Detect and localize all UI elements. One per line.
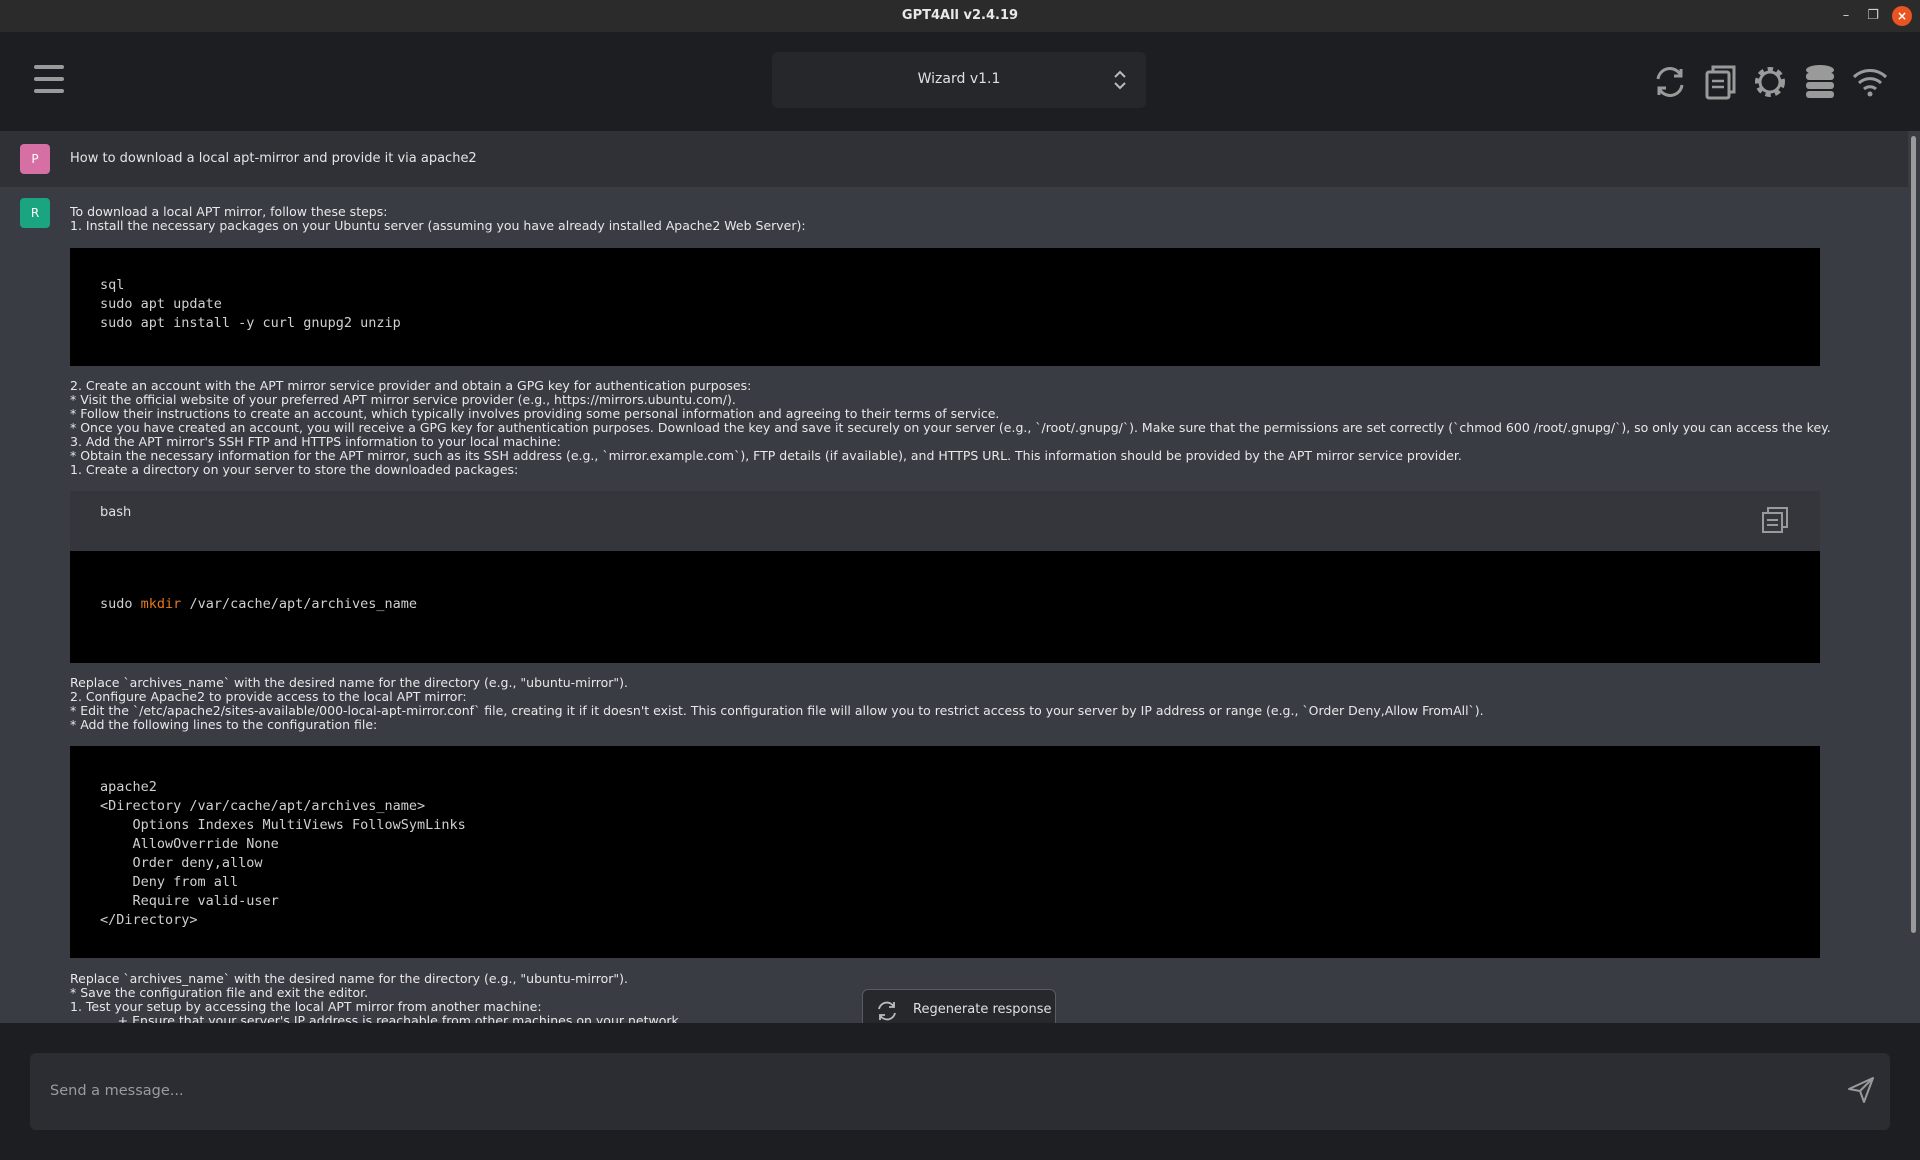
close-button[interactable]: ×	[1892, 6, 1912, 26]
input-area	[0, 1023, 1920, 1160]
chat-view[interactable]: P How to download a local apt-mirror and…	[0, 131, 1920, 1023]
response-paragraph: Replace `archives_name` with the desired…	[70, 971, 683, 1024]
database-icon[interactable]	[1800, 62, 1840, 102]
chevron-updown-icon	[1114, 70, 1126, 90]
window-titlebar: GPT4All v2.4.19 – ❐ ×	[0, 0, 1920, 32]
response-paragraph: To download a local APT mirror, follow t…	[70, 204, 806, 233]
response-paragraph: Replace `archives_name` with the desired…	[70, 675, 1484, 732]
code-keyword: mkdir	[140, 596, 182, 612]
regenerate-label: Regenerate response	[913, 1002, 1052, 1017]
code-command: sudo	[100, 596, 133, 612]
model-selector[interactable]: Wizard v1.1	[772, 52, 1146, 108]
code-language-label: bash	[100, 505, 132, 520]
code-argument: /var/cache/apt/archives_name	[189, 596, 418, 612]
send-icon[interactable]	[1846, 1075, 1876, 1105]
app-header: Wizard v1.1	[0, 32, 1920, 131]
copy-icon[interactable]	[1700, 62, 1740, 102]
user-avatar: P	[20, 144, 50, 174]
regenerate-icon	[878, 1001, 896, 1021]
window-title: GPT4All v2.4.19	[901, 8, 1019, 23]
code-block[interactable]: sql sudo apt update sudo apt install -y …	[70, 248, 1820, 366]
maximize-button[interactable]: ❐	[1863, 6, 1883, 26]
menu-icon[interactable]	[34, 65, 66, 97]
chat-scrollbar[interactable]	[1911, 136, 1916, 933]
assistant-avatar: R	[20, 198, 50, 228]
settings-icon[interactable]	[1750, 62, 1790, 102]
prompt-message: P How to download a local apt-mirror and…	[0, 131, 1908, 187]
code-block-header: bash	[70, 491, 1820, 551]
response-paragraph: 2. Create an account with the APT mirror…	[70, 378, 1831, 477]
code-block[interactable]: apache2 <Directory /var/cache/apt/archiv…	[70, 746, 1820, 958]
prompt-text: How to download a local apt-mirror and p…	[70, 151, 477, 166]
model-name: Wizard v1.1	[917, 71, 1001, 87]
reset-icon[interactable]	[1650, 62, 1690, 102]
copy-code-icon[interactable]	[1760, 505, 1790, 535]
message-input[interactable]	[48, 1075, 1812, 1107]
code-block[interactable]: sudo mkdir /var/cache/apt/archives_name	[70, 551, 1820, 663]
message-box	[30, 1053, 1890, 1130]
wifi-icon[interactable]	[1850, 62, 1890, 102]
minimize-button[interactable]: –	[1836, 6, 1856, 26]
